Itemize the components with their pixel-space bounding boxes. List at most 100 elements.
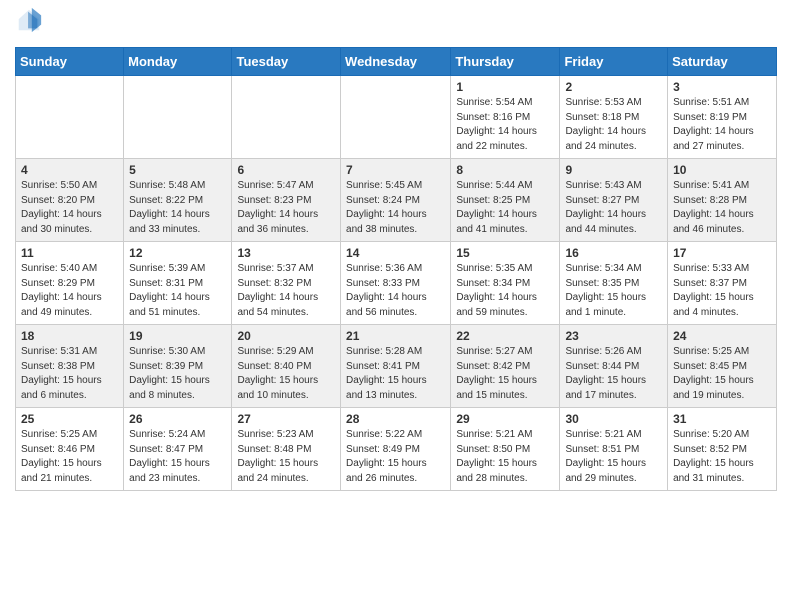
calendar-cell: 8Sunrise: 5:44 AMSunset: 8:25 PMDaylight… <box>451 159 560 242</box>
calendar-week-row: 11 Sunrise: 5:40 AMSunset: 8:29 PMDayligh… <box>16 242 777 325</box>
day-info: Sunrise: 5:37 AMSunset: 8:32 PMDaylight:… <box>237 262 335 320</box>
day-info: Sunrise: 5:33 AMSunset: 8:37 PMDaylight:… <box>673 262 771 320</box>
day-info: Sunrise: 5:22 AMSunset: 8:49 PMDaylight:… <box>346 428 445 486</box>
calendar-cell: 25 Sunrise: 5:25 AMSunset: 8:46 PMDayligh… <box>16 408 124 491</box>
calendar-table: SundayMondayTuesdayWednesdayThursdayFrid… <box>15 47 777 491</box>
calendar-header-monday: Monday <box>124 48 232 76</box>
day-info: Sunrise: 5:25 AMSunset: 8:46 PMDaylight:… <box>21 428 118 486</box>
calendar-cell: 17 Sunrise: 5:33 AMSunset: 8:37 PMDayligh… <box>668 242 777 325</box>
calendar-cell: 7 Sunrise: 5:45 AMSunset: 8:24 PMDaylight… <box>341 159 451 242</box>
day-number: 23 <box>565 329 662 343</box>
calendar-cell: 1 Sunrise: 5:54 AMSunset: 8:16 PMDaylight… <box>451 76 560 159</box>
calendar-cell <box>16 76 124 159</box>
day-info: Sunrise: 5:47 AMSunset: 8:23 PMDaylight:… <box>237 179 335 237</box>
day-info: Sunrise: 5:53 AMSunset: 8:18 PMDaylight:… <box>565 96 662 154</box>
calendar-cell: 28 Sunrise: 5:22 AMSunset: 8:49 PMDayligh… <box>341 408 451 491</box>
calendar-header-row: SundayMondayTuesdayWednesdayThursdayFrid… <box>16 48 777 76</box>
calendar-cell: 5 Sunrise: 5:48 AMSunset: 8:22 PMDaylight… <box>124 159 232 242</box>
calendar-cell: 9 Sunrise: 5:43 AMSunset: 8:27 PMDaylight… <box>560 159 668 242</box>
day-number: 2 <box>565 80 662 94</box>
day-info: Sunrise: 5:25 AMSunset: 8:45 PMDaylight:… <box>673 345 771 403</box>
day-number: 4 <box>21 163 118 177</box>
day-info: Sunrise: 5:29 AMSunset: 8:40 PMDaylight:… <box>237 345 335 403</box>
day-number: 1 <box>456 80 554 94</box>
day-info: Sunrise: 5:26 AMSunset: 8:44 PMDaylight:… <box>565 345 662 403</box>
day-info: Sunrise: 5:40 AMSunset: 8:29 PMDaylight:… <box>21 262 118 320</box>
day-info: Sunrise: 5:50 AMSunset: 8:20 PMDaylight:… <box>21 179 118 237</box>
day-number: 27 <box>237 412 335 426</box>
calendar-cell: 2 Sunrise: 5:53 AMSunset: 8:18 PMDaylight… <box>560 76 668 159</box>
calendar-cell: 10 Sunrise: 5:41 AMSunset: 8:28 PMDayligh… <box>668 159 777 242</box>
calendar-cell: 24 Sunrise: 5:25 AMSunset: 8:45 PMDayligh… <box>668 325 777 408</box>
day-number: 30 <box>565 412 662 426</box>
day-number: 7 <box>346 163 445 177</box>
calendar-cell: 27 Sunrise: 5:23 AMSunset: 8:48 PMDayligh… <box>232 408 341 491</box>
day-number: 21 <box>346 329 445 343</box>
day-info: Sunrise: 5:39 AMSunset: 8:31 PMDaylight:… <box>129 262 226 320</box>
day-info: Sunrise: 5:34 AMSunset: 8:35 PMDaylight:… <box>565 262 662 320</box>
day-number: 20 <box>237 329 335 343</box>
day-number: 3 <box>673 80 771 94</box>
day-number: 12 <box>129 246 226 260</box>
calendar-cell: 26Sunrise: 5:24 AMSunset: 8:47 PMDayligh… <box>124 408 232 491</box>
day-number: 28 <box>346 412 445 426</box>
generalblue-logo-icon <box>15 6 43 34</box>
logo <box>15 10 45 39</box>
calendar-week-row: 25 Sunrise: 5:25 AMSunset: 8:46 PMDayligh… <box>16 408 777 491</box>
day-info: Sunrise: 5:21 AMSunset: 8:50 PMDaylight:… <box>456 428 554 486</box>
day-number: 24 <box>673 329 771 343</box>
day-info: Sunrise: 5:27 AMSunset: 8:42 PMDaylight:… <box>456 345 554 403</box>
calendar-cell: 14Sunrise: 5:36 AMSunset: 8:33 PMDayligh… <box>341 242 451 325</box>
calendar-header-friday: Friday <box>560 48 668 76</box>
calendar-cell: 18Sunrise: 5:31 AMSunset: 8:38 PMDayligh… <box>16 325 124 408</box>
day-number: 22 <box>456 329 554 343</box>
day-number: 14 <box>346 246 445 260</box>
calendar-week-row: 1 Sunrise: 5:54 AMSunset: 8:16 PMDaylight… <box>16 76 777 159</box>
day-number: 17 <box>673 246 771 260</box>
day-number: 25 <box>21 412 118 426</box>
calendar-cell: 11 Sunrise: 5:40 AMSunset: 8:29 PMDayligh… <box>16 242 124 325</box>
day-number: 5 <box>129 163 226 177</box>
calendar-header-saturday: Saturday <box>668 48 777 76</box>
day-number: 10 <box>673 163 771 177</box>
calendar-cell: 12 Sunrise: 5:39 AMSunset: 8:31 PMDayligh… <box>124 242 232 325</box>
calendar-cell: 4 Sunrise: 5:50 AMSunset: 8:20 PMDaylight… <box>16 159 124 242</box>
calendar-week-row: 18Sunrise: 5:31 AMSunset: 8:38 PMDayligh… <box>16 325 777 408</box>
day-info: Sunrise: 5:28 AMSunset: 8:41 PMDaylight:… <box>346 345 445 403</box>
day-number: 6 <box>237 163 335 177</box>
day-info: Sunrise: 5:41 AMSunset: 8:28 PMDaylight:… <box>673 179 771 237</box>
day-info: Sunrise: 5:30 AMSunset: 8:39 PMDaylight:… <box>129 345 226 403</box>
calendar-header-thursday: Thursday <box>451 48 560 76</box>
day-info: Sunrise: 5:48 AMSunset: 8:22 PMDaylight:… <box>129 179 226 237</box>
day-number: 13 <box>237 246 335 260</box>
day-info: Sunrise: 5:43 AMSunset: 8:27 PMDaylight:… <box>565 179 662 237</box>
calendar-cell: 31Sunrise: 5:20 AMSunset: 8:52 PMDayligh… <box>668 408 777 491</box>
calendar-header-tuesday: Tuesday <box>232 48 341 76</box>
day-number: 11 <box>21 246 118 260</box>
calendar-cell: 20 Sunrise: 5:29 AMSunset: 8:40 PMDayligh… <box>232 325 341 408</box>
day-info: Sunrise: 5:44 AMSunset: 8:25 PMDaylight:… <box>456 179 554 237</box>
day-number: 18 <box>21 329 118 343</box>
calendar-cell: 29Sunrise: 5:21 AMSunset: 8:50 PMDayligh… <box>451 408 560 491</box>
calendar-cell: 23 Sunrise: 5:26 AMSunset: 8:44 PMDayligh… <box>560 325 668 408</box>
calendar-cell: 22 Sunrise: 5:27 AMSunset: 8:42 PMDayligh… <box>451 325 560 408</box>
calendar-header-sunday: Sunday <box>16 48 124 76</box>
calendar-cell: 13 Sunrise: 5:37 AMSunset: 8:32 PMDayligh… <box>232 242 341 325</box>
day-info: Sunrise: 5:20 AMSunset: 8:52 PMDaylight:… <box>673 428 771 486</box>
day-info: Sunrise: 5:45 AMSunset: 8:24 PMDaylight:… <box>346 179 445 237</box>
day-number: 15 <box>456 246 554 260</box>
day-info: Sunrise: 5:21 AMSunset: 8:51 PMDaylight:… <box>565 428 662 486</box>
calendar-header-wednesday: Wednesday <box>341 48 451 76</box>
day-number: 9 <box>565 163 662 177</box>
calendar-cell: 15Sunrise: 5:35 AMSunset: 8:34 PMDayligh… <box>451 242 560 325</box>
calendar-cell <box>341 76 451 159</box>
calendar-cell: 21 Sunrise: 5:28 AMSunset: 8:41 PMDayligh… <box>341 325 451 408</box>
day-info: Sunrise: 5:54 AMSunset: 8:16 PMDaylight:… <box>456 96 554 154</box>
calendar-cell <box>232 76 341 159</box>
day-info: Sunrise: 5:23 AMSunset: 8:48 PMDaylight:… <box>237 428 335 486</box>
calendar-week-row: 4 Sunrise: 5:50 AMSunset: 8:20 PMDaylight… <box>16 159 777 242</box>
calendar-cell: 19Sunrise: 5:30 AMSunset: 8:39 PMDayligh… <box>124 325 232 408</box>
calendar-cell: 16Sunrise: 5:34 AMSunset: 8:35 PMDayligh… <box>560 242 668 325</box>
calendar-cell: 30 Sunrise: 5:21 AMSunset: 8:51 PMDayligh… <box>560 408 668 491</box>
calendar-cell: 3Sunrise: 5:51 AMSunset: 8:19 PMDaylight… <box>668 76 777 159</box>
